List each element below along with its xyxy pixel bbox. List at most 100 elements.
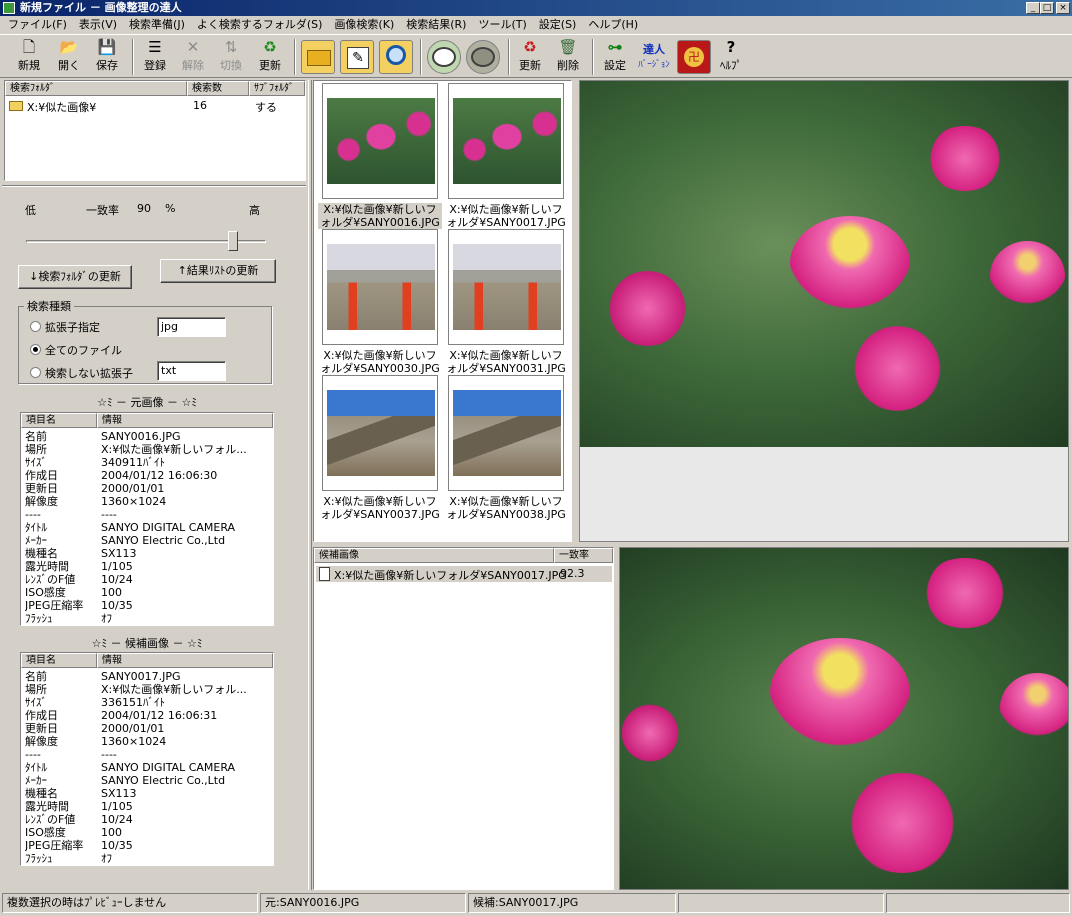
- maximize-button[interactable]: □: [1040, 2, 1054, 14]
- help-button[interactable]: ? ﾍﾙﾌﾟ: [714, 38, 748, 76]
- candidate-info-row[interactable]: ﾚﾝｽﾞのF値 10/24: [23, 813, 271, 826]
- source-info-row[interactable]: 名前 SANY0016.JPG: [23, 430, 271, 443]
- candidate-info-row[interactable]: 場所 X:¥似た画像¥新しいフォル...: [23, 683, 271, 696]
- ext-input[interactable]: jpg: [157, 317, 226, 337]
- source-info-row[interactable]: 更新日 2000/01/01: [23, 482, 271, 495]
- menu-favorite-folders[interactable]: よく検索するフォルダ(S): [191, 17, 329, 33]
- release-button[interactable]: ✕ 解除: [176, 38, 210, 76]
- exclude-radio[interactable]: [30, 367, 41, 378]
- candidate-row[interactable]: X:¥似た画像¥新しいフォルダ¥SANY0017.JPG 92.3: [316, 566, 612, 582]
- thumbnail-label[interactable]: X:¥似た画像¥新しいフォルダ¥SANY0017.JPG: [444, 203, 568, 229]
- candidate-info-row[interactable]: ---- ----: [23, 748, 271, 761]
- folder-row[interactable]: X:¥似た画像¥ 16 する: [7, 99, 303, 114]
- candidate-info-row[interactable]: ﾌﾗｯｼｭ ｵﾌ: [23, 852, 271, 865]
- menu-tools[interactable]: ツール(T): [472, 17, 532, 33]
- brand-logo-button[interactable]: 卍: [677, 40, 711, 74]
- candidate-info-row[interactable]: 作成日 2004/01/12 16:06:31: [23, 709, 271, 722]
- candidate-info-row[interactable]: 機種名 SX113: [23, 787, 271, 800]
- thumbnail-label[interactable]: X:¥似た画像¥新しいフォルダ¥SANY0037.JPG: [318, 495, 442, 521]
- register-button[interactable]: ☰ 登録: [138, 38, 172, 76]
- exclude-input[interactable]: txt: [157, 361, 226, 381]
- source-info-row[interactable]: 解像度 1360×1024: [23, 495, 271, 508]
- count-col-header[interactable]: 検索数: [187, 81, 249, 96]
- minimize-button[interactable]: _: [1026, 2, 1040, 14]
- search-tool-button[interactable]: [379, 40, 413, 74]
- thumbnail-grid[interactable]: X:¥似た画像¥新しいフォルダ¥SANY0016.JPG X:¥似た画像¥新しいフ…: [313, 80, 572, 542]
- candidate-info-row[interactable]: 名前 SANY0017.JPG: [23, 670, 271, 683]
- candidate-info-row[interactable]: ISO感度 100: [23, 826, 271, 839]
- candidate-info-row[interactable]: ﾀｲﾄﾙ SANYO DIGITAL CAMERA: [23, 761, 271, 774]
- menu-settings[interactable]: 設定(S): [533, 17, 583, 33]
- candidate-info-row[interactable]: JPEG圧縮率 10/35: [23, 839, 271, 852]
- source-info-row[interactable]: ﾚﾝｽﾞのF値 10/24: [23, 573, 271, 586]
- thumbnail[interactable]: [322, 83, 438, 199]
- settings-button[interactable]: ⊶ 設定: [598, 38, 632, 76]
- candidate-value-header[interactable]: 情報: [97, 653, 273, 668]
- candidate-info-row[interactable]: ﾒｰｶｰ SANYO Electric Co.,Ltd: [23, 774, 271, 787]
- edit-tool-button[interactable]: ✎: [340, 40, 374, 74]
- all-files-radio[interactable]: [30, 344, 41, 355]
- zoom-in-button[interactable]: [466, 40, 500, 74]
- score-col-header[interactable]: 一致率: [554, 548, 613, 563]
- menu-search-prep[interactable]: 検索準備(J): [123, 17, 191, 33]
- candidate-info-value: 1/105: [101, 800, 133, 813]
- folder-list[interactable]: 検索ﾌｫﾙﾀﾞ 検索数 ｻﾌﾞﾌｫﾙﾀﾞ X:¥似た画像¥ 16 する: [4, 80, 306, 181]
- source-info-row[interactable]: 露光時間 1/105: [23, 560, 271, 573]
- menu-image-search[interactable]: 画像検索(K): [328, 17, 400, 33]
- slider-thumb[interactable]: [228, 231, 238, 251]
- vertical-splitter[interactable]: [308, 80, 312, 890]
- candidate-key-header[interactable]: 項目名: [21, 653, 97, 668]
- source-info-row[interactable]: ---- ----: [23, 508, 271, 521]
- save-button[interactable]: 💾 保存: [90, 38, 124, 76]
- match-slider[interactable]: [26, 231, 266, 251]
- version-button[interactable]: 達人 ﾊﾞｰｼﾞｮﾝ: [636, 38, 672, 76]
- update2-button[interactable]: ♻ 更新: [513, 38, 547, 76]
- source-info-row[interactable]: 作成日 2004/01/12 16:06:30: [23, 469, 271, 482]
- subfolder-col-header[interactable]: ｻﾌﾞﾌｫﾙﾀﾞ: [249, 81, 305, 96]
- close-button[interactable]: ×: [1056, 2, 1070, 14]
- candidate-info-row[interactable]: 更新日 2000/01/01: [23, 722, 271, 735]
- update-button[interactable]: ♻ 更新: [252, 38, 288, 76]
- candidate-info-list[interactable]: 項目名 情報 名前 SANY0017.JPG 場所 X:¥似た画像¥新しいフォル...…: [20, 652, 274, 866]
- thumbnail[interactable]: [448, 83, 564, 199]
- menu-search-results[interactable]: 検索結果(R): [400, 17, 472, 33]
- source-info-row[interactable]: ISO感度 100: [23, 586, 271, 599]
- candidate-list[interactable]: 候補画像 一致率 X:¥似た画像¥新しいフォルダ¥SANY0017.JPG 92…: [313, 547, 614, 890]
- candidate-info-row[interactable]: ｻｲｽﾞ 336151ﾊﾞｲﾄ: [23, 696, 271, 709]
- menu-help[interactable]: ヘルプ(H): [582, 17, 644, 33]
- source-info-row[interactable]: 機種名 SX113: [23, 547, 271, 560]
- new-button[interactable]: 🗋 新規: [12, 38, 46, 76]
- source-info-list[interactable]: 項目名 情報 名前 SANY0016.JPG 場所 X:¥似た画像¥新しいフォル...…: [20, 412, 274, 626]
- thumbnail[interactable]: [448, 375, 564, 491]
- thumbnail[interactable]: [322, 229, 438, 345]
- source-info-row[interactable]: ｻｲｽﾞ 340911ﾊﾞｲﾄ: [23, 456, 271, 469]
- thumbnail-label[interactable]: X:¥似た画像¥新しいフォルダ¥SANY0030.JPG: [318, 349, 442, 375]
- candidate-col-header[interactable]: 候補画像: [314, 548, 554, 563]
- candidate-info-row[interactable]: 露光時間 1/105: [23, 800, 271, 813]
- source-preview: [579, 80, 1069, 542]
- folder-tool-button[interactable]: [301, 40, 335, 74]
- source-value-header[interactable]: 情報: [97, 413, 273, 428]
- thumbnail-label[interactable]: X:¥似た画像¥新しいフォルダ¥SANY0016.JPG: [318, 203, 442, 229]
- source-info-row[interactable]: ﾌﾗｯｼｭ ｵﾌ: [23, 612, 271, 625]
- thumbnail-label[interactable]: X:¥似た画像¥新しいフォルダ¥SANY0038.JPG: [444, 495, 568, 521]
- thumbnail-label[interactable]: X:¥似た画像¥新しいフォルダ¥SANY0031.JPG: [444, 349, 568, 375]
- source-info-row[interactable]: ﾀｲﾄﾙ SANYO DIGITAL CAMERA: [23, 521, 271, 534]
- delete-button[interactable]: 🗑 削除: [551, 38, 585, 76]
- thumbnail[interactable]: [448, 229, 564, 345]
- update-folders-button[interactable]: ↓検索ﾌｫﾙﾀﾞの更新: [18, 265, 132, 289]
- update-results-button[interactable]: ↑結果ﾘｽﾄの更新: [160, 259, 276, 283]
- source-info-row[interactable]: ﾒｰｶｰ SANYO Electric Co.,Ltd: [23, 534, 271, 547]
- candidate-info-row[interactable]: 解像度 1360×1024: [23, 735, 271, 748]
- thumbnail[interactable]: [322, 375, 438, 491]
- source-info-row[interactable]: JPEG圧縮率 10/35: [23, 599, 271, 612]
- open-button[interactable]: 📂 開く: [52, 38, 86, 76]
- source-key-header[interactable]: 項目名: [21, 413, 97, 428]
- folder-col-header[interactable]: 検索ﾌｫﾙﾀﾞ: [5, 81, 187, 96]
- ext-radio[interactable]: [30, 321, 41, 332]
- menu-view[interactable]: 表示(V): [73, 17, 123, 33]
- source-info-row[interactable]: 場所 X:¥似た画像¥新しいフォル...: [23, 443, 271, 456]
- menu-file[interactable]: ファイル(F): [2, 17, 73, 33]
- switch-button[interactable]: ⇅ 切換: [214, 38, 248, 76]
- zoom-out-button[interactable]: [427, 40, 461, 74]
